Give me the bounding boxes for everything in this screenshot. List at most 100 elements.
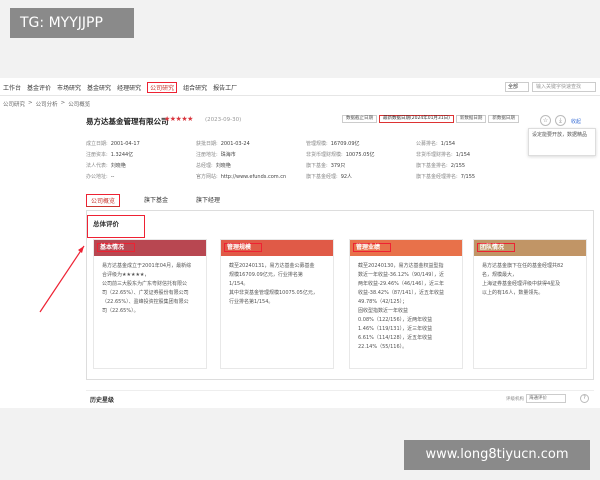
watermark-bottom: www.long8tiyucn.com (404, 440, 590, 470)
card-text-line: 0.08%（122/156），近两年收益 (358, 317, 433, 323)
new-data-button-2[interactable]: 新数据日期 (488, 115, 519, 123)
card-title: 基本情况 (97, 243, 136, 252)
card-text-line: 易方达基金旗下在任的基金经理共82 (482, 263, 564, 269)
info-value: 2001-03-24 (220, 141, 250, 147)
card-header: 管理规模 (221, 240, 333, 256)
info-label: 注册地址: (196, 152, 218, 158)
info-label: 注册资本: (86, 152, 108, 158)
top-nav: 工作台 基金评价 市场研究 基金研究 经理研究 公司研究 组合研究 报告工厂 全部 输入关键字… (0, 78, 600, 96)
rating-agency-label: 评级机构 (506, 397, 524, 402)
info-label: 获批日期: (196, 141, 218, 147)
breadcrumb: 公司研究 > 公司分析 > 公司概览 (3, 100, 90, 108)
card-text-line: 易方达基金成立于2001年04月，最新综 (102, 263, 192, 269)
nav-item[interactable]: 组合研究 (183, 83, 207, 93)
info-value: 刘晓艳 (110, 163, 126, 169)
rating-agency-select[interactable]: 海通评价 (526, 394, 566, 403)
info-cell: 总经理: 刘晓艳 (196, 162, 231, 169)
nav-item[interactable]: 报告工厂 (213, 83, 237, 93)
nav-menu: 工作台 基金评价 市场研究 基金研究 经理研究 公司研究 组合研究 报告工厂 (3, 82, 237, 93)
nav-item[interactable]: 基金评价 (27, 83, 51, 93)
card-header: 团队情况 (474, 240, 586, 256)
tab-company-overview[interactable]: 公司概览 (86, 194, 121, 207)
info-cell: 非货币理财规模: 10075.05亿 (306, 151, 375, 158)
info-cell: 旗下基金经理排名: 7/155 (416, 173, 475, 180)
card-text-line: 以上的有16人，数量领先。 (482, 290, 544, 296)
info-value: 379只 (330, 163, 346, 169)
breadcrumb-item[interactable]: 公司概览 (68, 100, 90, 108)
info-cell: 成立日期: 2001-04-17 (86, 140, 140, 147)
info-label: 公募排名: (416, 141, 438, 147)
card-text-line: 数近一年收益-36.12%（90/149），近 (358, 272, 444, 278)
info-cell: 办公地址: -- (86, 173, 114, 180)
info-cell: 公募排名: 1/154 (416, 140, 455, 147)
eval-title: 总体评价 (87, 215, 145, 238)
search-input[interactable]: 输入关键字快速查找 (532, 82, 596, 92)
app-page: 工作台 基金评价 市场研究 基金研究 经理研究 公司研究 组合研究 报告工厂 全部 输入关键字… (0, 78, 600, 408)
info-cell: 旗下基金: 379只 (306, 162, 345, 169)
card-text-line: 6.61%（114/128），近五年收益 (358, 335, 433, 341)
card-body: 截至20240131，易方达基金公募基金 规模16709.09亿元，行业排名第 1/… (221, 256, 333, 313)
info-value: 珠海市 (220, 152, 236, 158)
info-label: 旗下基金经理: (306, 174, 338, 180)
collapse-link[interactable]: 收起 (571, 118, 581, 125)
info-cell: 获批日期: 2001-03-24 (196, 140, 250, 147)
data-cutoff-button[interactable]: 数据截止日期 (342, 115, 377, 123)
info-value: 1.3244亿 (110, 152, 134, 158)
info-cell: 管理规模: 16709.09亿 (306, 140, 360, 147)
card-text-line: 22.14%（55/116）。 (358, 344, 408, 350)
company-info-grid: 成立日期: 2001-04-17 获批日期: 2001-03-24 管理规模: 16709… (86, 140, 526, 184)
breadcrumb-item[interactable]: 公司研究 (3, 100, 25, 108)
card-text-line: 49.78%（42/125）； (358, 299, 408, 305)
card-text-line: 固收型指数近一年收益 (358, 308, 409, 314)
info-row: 成立日期: 2001-04-17 获批日期: 2001-03-24 管理规模: 16709… (86, 140, 526, 150)
card-aum: 管理规模 截至20240131，易方达基金公募基金 规模16709.09亿元，行业… (220, 239, 334, 369)
card-body: 截至20240130，易方达基金权益型指 数近一年收益-36.12%（90/149… (350, 256, 462, 358)
nav-item[interactable]: 工作台 (3, 83, 21, 93)
download-icon[interactable]: ⤓ (555, 115, 566, 126)
card-body: 易方达基金旗下在任的基金经理共82 名，规模最大， 上海证券基金经理评级中获得4星及… (474, 256, 586, 304)
tab-funds[interactable]: 旗下基金 (140, 194, 172, 207)
info-cell: 非货币理财排名: 1/154 (416, 151, 470, 158)
info-row: 注册资本: 1.3244亿 注册地址: 珠海市 非货币理财规模: 10075.05亿 非货币… (86, 151, 526, 161)
info-icon[interactable]: ? (580, 394, 589, 403)
info-value: 2/155 (450, 163, 466, 169)
card-title: 团队情况 (477, 243, 516, 252)
latest-data-button[interactable]: 最新数据日期(2024年01月31日) (379, 115, 454, 123)
search-scope-select[interactable]: 全部 (505, 82, 529, 92)
info-label: 非货币理财规模: (306, 152, 343, 158)
info-value: 10075.05亿 (345, 152, 375, 158)
info-value: 刘晓艳 (215, 163, 231, 169)
card-text-line: 截至20240130，易方达基金权益型指 (358, 263, 444, 269)
favorite-icon[interactable]: ☆ (540, 115, 551, 126)
info-label: 管理规模: (306, 141, 328, 147)
card-text-line: 上海证券基金经理评级中获得4星及 (482, 281, 561, 287)
nav-item[interactable]: 公司研究 (147, 82, 178, 93)
card-text-line: 司（22.65%）、广发证券股份有限公司 (102, 290, 189, 296)
card-body: 易方达基金成立于2001年04月，最新综 合评级为★★★★★， 公司前三大股东为广东… (94, 256, 206, 322)
card-text-line: 公司前三大股东为广东粤财信托有限公 (102, 281, 188, 287)
company-name: 易方达基金管理有限公司 (86, 117, 169, 126)
info-cell: 旗下基金排名: 2/155 (416, 162, 465, 169)
info-label: 旗下基金: (306, 163, 328, 169)
new-data-button-1[interactable]: 新数据日期 (455, 115, 487, 123)
info-value: 2001-04-17 (110, 141, 140, 147)
card-title: 管理规模 (224, 243, 263, 252)
history-rating-section: 历史星级 评级机构 海通评价 ? (86, 390, 594, 408)
watermark-top: TG: MYYJJPP (10, 8, 134, 38)
info-label: 旗下基金经理排名: (416, 174, 458, 180)
info-cell: 官方网站: http://www.efunds.com.cn (196, 173, 286, 180)
info-value: 92人 (340, 174, 353, 180)
card-title: 管理业绩 (353, 243, 392, 252)
info-value: 7/155 (460, 174, 476, 180)
nav-item[interactable]: 基金研究 (87, 83, 111, 93)
card-text-line: 1.46%（119/131），近三年收益 (358, 326, 433, 332)
nav-item[interactable]: 市场研究 (57, 83, 81, 93)
info-row: 法人代表: 刘晓艳 总经理: 刘晓艳 旗下基金: 379只 旗下基金排名: 2/155 (86, 162, 526, 172)
breadcrumb-item[interactable]: 公司分析 (36, 100, 58, 108)
card-text-line: 1/154。 (229, 281, 249, 287)
info-cell: 旗下基金经理: 92人 (306, 173, 352, 180)
nav-item[interactable]: 经理研究 (117, 83, 141, 93)
card-text-line: 规模16709.09亿元，行业排名第 (229, 272, 303, 278)
info-value: -- (110, 174, 115, 180)
tab-managers[interactable]: 旗下经理 (192, 194, 224, 207)
